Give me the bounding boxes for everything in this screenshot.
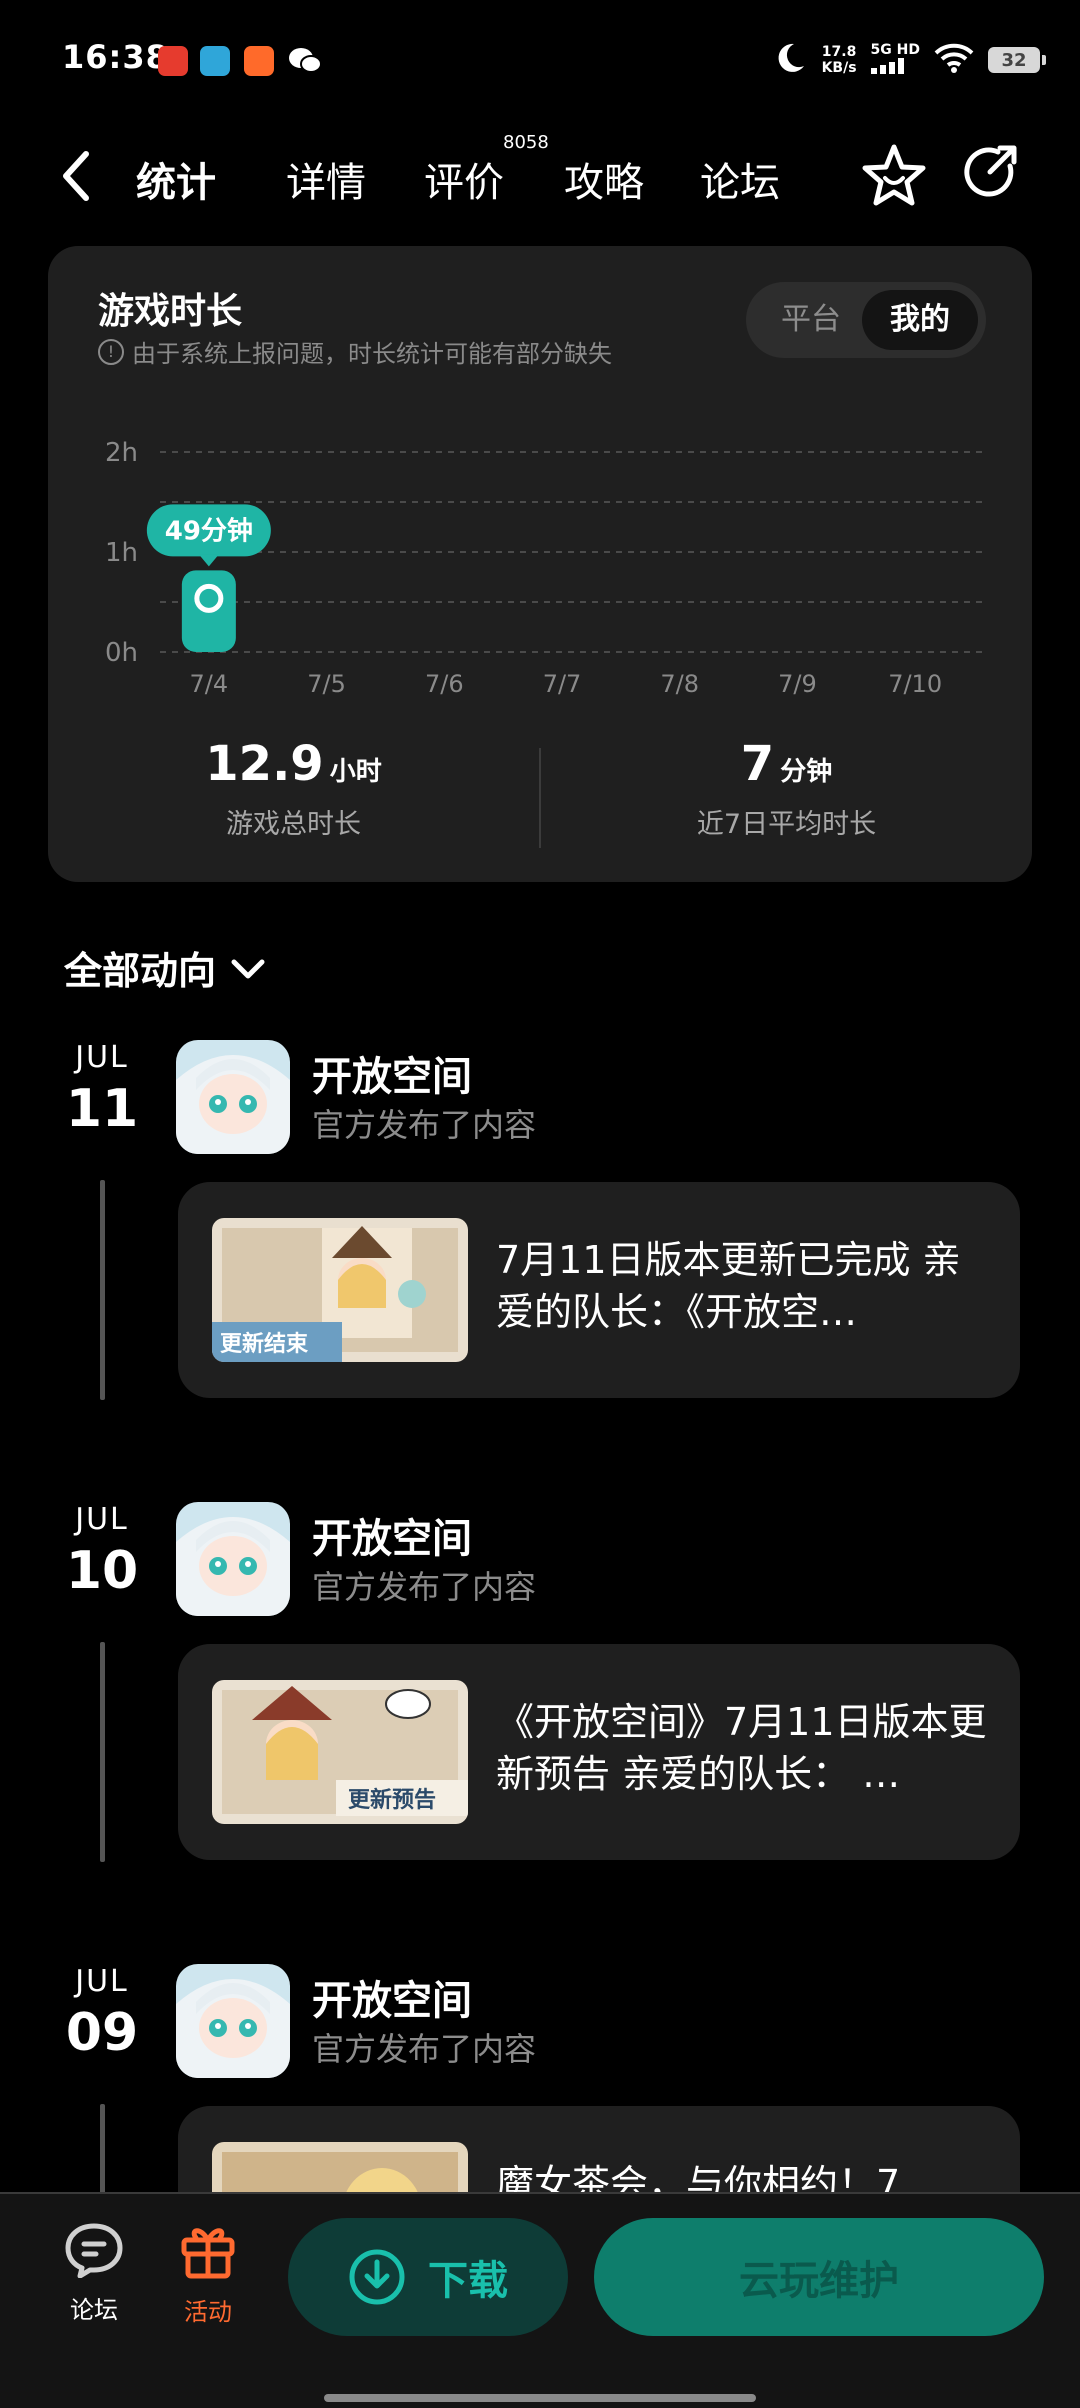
y-tick-label: 2h <box>105 438 138 468</box>
share-button[interactable] <box>960 142 1022 204</box>
top-nav: 统计 详情 评价 8058 攻略 论坛 <box>0 120 1080 232</box>
bottom-action-bar: 论坛 活动 下载 云玩维护 <box>0 2192 1080 2408</box>
battery-indicator: 32 <box>988 47 1046 73</box>
post-date: JUL 11 <box>65 1040 139 1139</box>
card-note: ! 由于系统上报问题，时长统计可能有部分缺失 <box>98 334 612 369</box>
post-thumbnail: 更新预告 <box>212 1680 468 1824</box>
author-action: 官方发布了内容 <box>312 1568 537 1606</box>
post-thumbnail: 更新结束 <box>212 1218 468 1362</box>
author-name[interactable]: 开放空间 <box>312 1044 472 1102</box>
net-speed: 17.8 KB/s <box>821 44 857 76</box>
feed-filter[interactable]: 全部动向 <box>64 940 266 995</box>
back-button[interactable] <box>56 146 106 206</box>
moon-icon <box>772 40 808 80</box>
x-tick-label: 7/8 <box>660 670 699 698</box>
download-icon <box>349 2249 405 2305</box>
toggle-mine[interactable]: 我的 <box>862 290 978 350</box>
toggle-platform[interactable]: 平台 <box>756 282 866 358</box>
gift-icon <box>181 2228 235 2279</box>
author-avatar[interactable] <box>176 1964 290 2078</box>
y-tick-label: 1h <box>105 538 138 568</box>
shortvideo-app-icon <box>244 46 274 76</box>
post-date: JUL 10 <box>65 1502 139 1601</box>
download-button[interactable]: 下载 <box>288 2218 568 2336</box>
timeline-line <box>100 1642 105 1862</box>
x-tick-label: 7/10 <box>888 670 942 698</box>
playtime-card: 游戏时长 ! 由于系统上报问题，时长统计可能有部分缺失 平台 我的 2h 1h 0h… <box>48 246 1032 882</box>
post-text: 《开放空间》7月11日版本更新预告 亲爱的队长： … <box>496 1700 987 1796</box>
x-tick-label: 7/5 <box>307 670 346 698</box>
tab-stats[interactable]: 统计 <box>136 150 216 208</box>
bottom-tab-forum[interactable]: 论坛 <box>44 2222 144 2325</box>
network-type: 5G HD <box>870 42 920 78</box>
value-label: 49分钟 <box>165 515 253 546</box>
review-count-badge: 8058 <box>503 132 549 153</box>
timeline-line <box>100 2104 105 2192</box>
scope-toggle: 平台 我的 <box>746 282 986 358</box>
author-name[interactable]: 开放空间 <box>312 1968 472 2026</box>
author-name[interactable]: 开放空间 <box>312 1506 472 1564</box>
tab-guides[interactable]: 攻略 <box>564 150 644 208</box>
author-avatar[interactable] <box>176 1040 290 1154</box>
value-bubble-tail <box>198 554 219 567</box>
y-tick-label: 0h <box>105 638 138 668</box>
feed-item: JUL 09 开放空间 官方发布了内容 魔女茶会，与你相约！7 <box>0 1964 1080 2192</box>
avg-playtime: 7 分钟 近7日平均时长 <box>696 736 877 840</box>
total-playtime: 12.9 小时 游戏总时长 <box>205 736 382 840</box>
post-card[interactable]: 更新预告 《开放空间》7月11日版本更新预告 亲爱的队长： … <box>178 1644 1020 1860</box>
tab-details[interactable]: 详情 <box>286 150 366 208</box>
post-text: 7月11日版本更新已完成 亲爱的队长：《开放空… <box>496 1238 961 1334</box>
post-date: JUL 09 <box>65 1964 139 2063</box>
post-card[interactable]: 魔女茶会，与你相约！7 <box>178 2106 1020 2192</box>
video-app-icon <box>200 46 230 76</box>
share-icon <box>964 145 1017 197</box>
favorite-button[interactable] <box>860 142 928 210</box>
x-tick-label: 7/4 <box>190 670 229 698</box>
chevron-down-icon <box>231 959 265 978</box>
music-app-icon <box>158 46 188 76</box>
wechat-icon <box>288 46 322 76</box>
forum-icon <box>65 2223 123 2279</box>
tab-forum[interactable]: 论坛 <box>700 150 780 208</box>
status-bar: 16:38 17.8 KB/s 5G HD 32 <box>0 0 1080 120</box>
bottom-tab-activity[interactable]: 活动 <box>158 2222 258 2327</box>
x-tick-label: 7/9 <box>778 670 817 698</box>
card-title: 游戏时长 <box>98 291 243 332</box>
timeline-line <box>100 1180 105 1400</box>
playtime-chart: 2h 1h 0h 7/4 49分钟 7/5 7/6 7/7 7/8 7/9 7/10 <box>105 438 984 698</box>
post-card[interactable]: 更新结束 7月11日版本更新已完成 亲爱的队长：《开放空… <box>178 1182 1020 1398</box>
feed-item: JUL 11 开放空间 官方发布了内容 更新结束 7月11日版本更新已完成 亲爱… <box>0 1040 1080 1460</box>
feed-item: JUL 10 开放空间 官方发布了内容 更新预告 《开放空间》7月11日版本更新… <box>0 1502 1080 1922</box>
x-tick-label: 7/7 <box>543 670 582 698</box>
cloud-play-button[interactable]: 云玩维护 <box>594 2218 1044 2336</box>
bottom-divider <box>0 2192 1080 2194</box>
signal-icon <box>870 58 904 74</box>
post-text: 魔女茶会，与你相约！7 <box>496 2162 901 2192</box>
tab-reviews[interactable]: 评价 <box>424 150 504 208</box>
author-action: 官方发布了内容 <box>312 2030 537 2068</box>
star-icon <box>862 144 926 206</box>
x-tick-label: 7/6 <box>425 670 464 698</box>
author-action: 官方发布了内容 <box>312 1106 537 1144</box>
wifi-icon <box>934 43 974 77</box>
info-icon: ! <box>98 338 124 365</box>
post-thumbnail <box>212 2142 468 2192</box>
home-indicator[interactable] <box>324 2394 756 2402</box>
author-avatar[interactable] <box>176 1502 290 1616</box>
chevron-left-icon <box>63 151 89 201</box>
status-time: 16:38 <box>62 38 169 76</box>
